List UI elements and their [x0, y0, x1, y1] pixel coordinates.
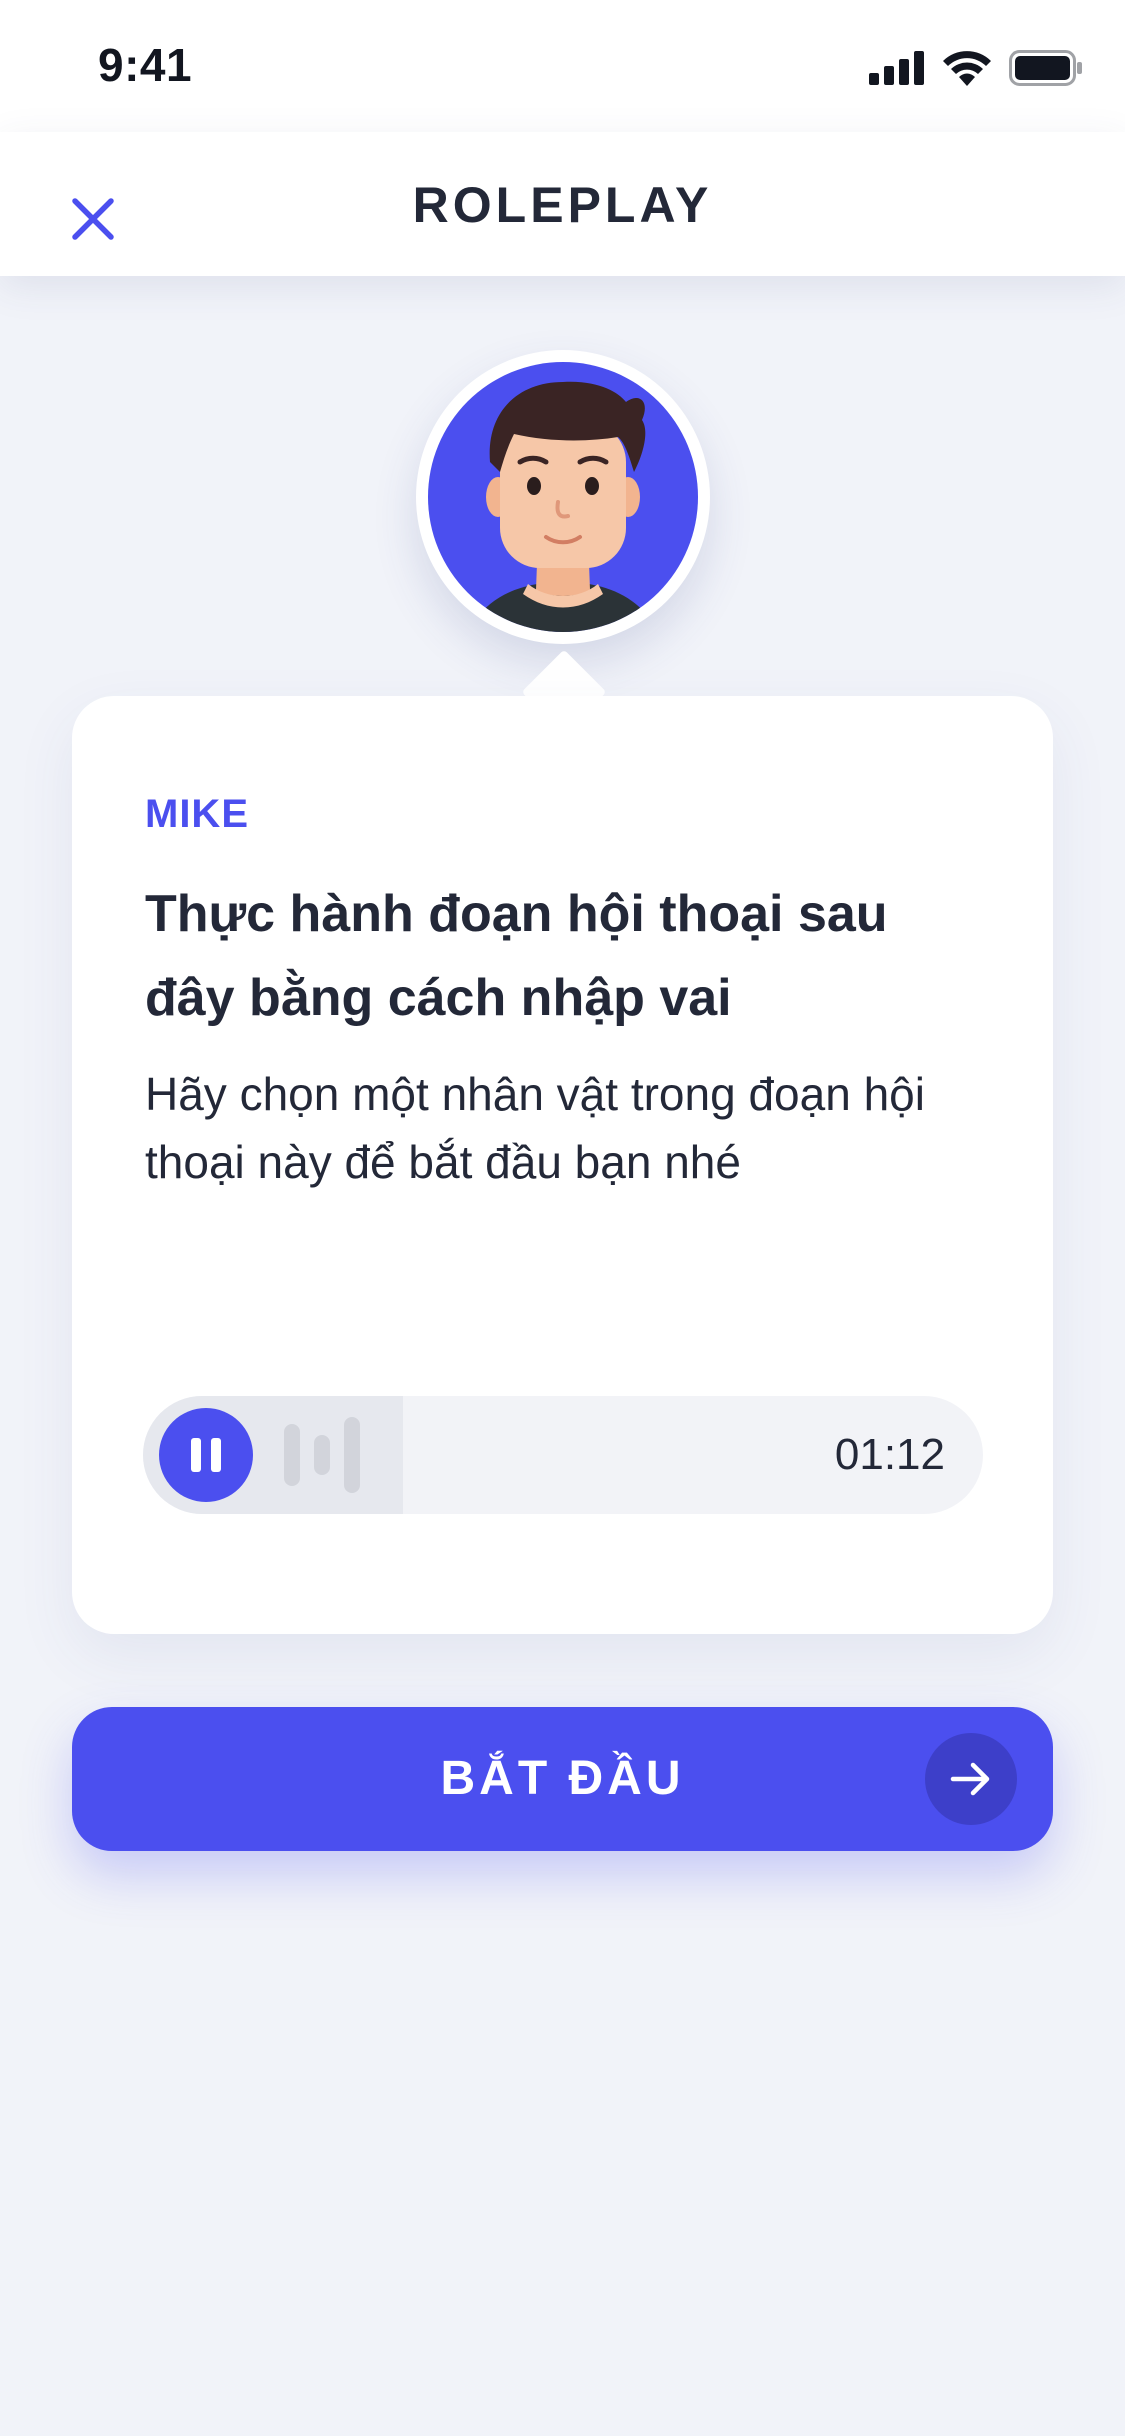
arrow-right-icon	[925, 1733, 1017, 1825]
pause-button[interactable]	[159, 1408, 253, 1502]
waveform-bar	[314, 1435, 330, 1475]
wifi-icon	[943, 51, 991, 86]
audio-waveform	[284, 1416, 360, 1494]
signal-icon	[869, 51, 924, 85]
avatar-circle	[428, 362, 698, 632]
audio-player[interactable]: 01:12	[143, 1396, 983, 1514]
waveform-bar	[344, 1417, 360, 1493]
pause-icon	[191, 1438, 221, 1472]
page-title: ROLEPLAY	[412, 177, 713, 233]
header-bar: ROLEPLAY	[0, 132, 1125, 276]
start-button[interactable]: BẮT ĐẦU	[72, 1707, 1053, 1851]
roleplay-card: MIKE Thực hành đoạn hội thoại sau đây bằ…	[72, 696, 1053, 1634]
start-button-label: BẮT ĐẦU	[440, 1752, 685, 1805]
speaker-name: MIKE	[145, 792, 249, 836]
card-title: Thực hành đoạn hội thoại sau đây bằng cá…	[145, 885, 888, 1027]
battery-icon	[1009, 50, 1082, 86]
status-time: 9:41	[98, 39, 193, 91]
audio-duration: 01:12	[834, 1430, 945, 1479]
status-icons	[869, 48, 1083, 88]
avatar	[416, 350, 710, 644]
status-bar: 9:41	[0, 0, 1125, 132]
card-description: Hãy chọn một nhân vật trong đoạn hội tho…	[145, 1068, 925, 1188]
waveform-bar	[284, 1424, 300, 1486]
man-avatar-illustration	[468, 381, 658, 632]
